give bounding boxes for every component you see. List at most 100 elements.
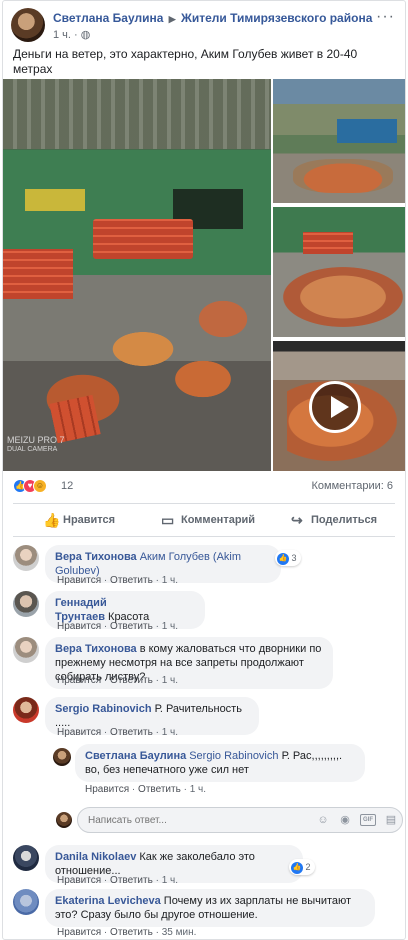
comment-reply-link[interactable]: Ответить — [110, 727, 153, 738]
comment-reply-link[interactable]: Ответить — [138, 784, 181, 795]
comment-reply-link[interactable]: Ответить — [110, 675, 153, 686]
separator-dot: · — [103, 727, 108, 738]
separator-dot: · — [155, 875, 159, 886]
sticker-icon[interactable]: ▤ — [384, 813, 398, 827]
separator-dot: · — [74, 29, 78, 41]
comment-count[interactable]: Комментарии: 6 — [311, 480, 393, 492]
comment-label: Комментарий — [181, 514, 256, 526]
comment-time[interactable]: 1 ч. — [162, 675, 178, 686]
comment-like-link[interactable]: Нравится — [57, 875, 101, 886]
author-name[interactable]: Светлана Баулина — [53, 11, 163, 25]
comment-time[interactable]: 1 ч. — [162, 575, 178, 586]
comment-like-link[interactable]: Нравится — [57, 927, 101, 938]
camera-icon[interactable]: ◉ — [338, 813, 352, 827]
haha-reaction-icon: ☺ — [33, 479, 47, 493]
share-label: Поделиться — [311, 514, 378, 526]
post-header: Светлана Баулина ▶ Жители Тимирязевского… — [11, 8, 397, 42]
group-arrow-icon: ▶ — [168, 14, 176, 24]
comment-like-link[interactable]: Нравится — [85, 784, 129, 795]
like-button[interactable]: 👍 Нравится — [43, 511, 115, 531]
avatar[interactable] — [13, 697, 39, 723]
comment-reaction-count: 2 — [305, 862, 311, 872]
separator-dot: · — [183, 784, 187, 795]
camera-watermark: MEIZU PRO 7 DUAL CAMERA — [7, 435, 65, 455]
comment-reply-link[interactable]: Ответить — [110, 621, 153, 632]
comment-reply-link[interactable]: Ответить — [110, 927, 153, 938]
watermark-model: MEIZU PRO 7 — [7, 435, 65, 445]
commenter-name[interactable]: Danila Nikolaev — [55, 851, 136, 863]
comment-reaction-count: 3 — [291, 553, 297, 563]
separator-dot: · — [103, 927, 108, 938]
globe-icon: ◍ — [80, 29, 91, 41]
comment-time[interactable]: 1 ч. — [162, 875, 178, 886]
comment-like-link[interactable]: Нравится — [57, 727, 101, 738]
comment-reply-link[interactable]: Ответить — [110, 875, 153, 886]
avatar[interactable] — [13, 889, 39, 915]
post-time[interactable]: 1 ч. — [53, 29, 71, 41]
avatar[interactable] — [53, 748, 71, 766]
commenter-name[interactable]: Геннадий Трунтаев — [55, 597, 107, 623]
gif-icon[interactable]: GIF — [360, 814, 376, 826]
comment-bubble: Ekaterina Levicheva Почему из их зарплаты… — [45, 889, 375, 927]
comment-like-link[interactable]: Нравится — [57, 575, 101, 586]
commenter-name[interactable]: Вера Тихонова — [55, 643, 137, 655]
comment-reply-link[interactable]: Ответить — [110, 575, 153, 586]
photo-main[interactable]: MEIZU PRO 7 DUAL CAMERA — [3, 79, 271, 471]
comment-reactions[interactable]: 👍 2 — [289, 859, 315, 875]
separator-dot: · — [103, 621, 108, 632]
share-button[interactable]: ↪ Поделиться — [291, 511, 377, 531]
share-icon: ↪ — [291, 512, 303, 529]
reply-input-box[interactable]: ☺ ◉ GIF ▤ — [77, 807, 403, 833]
comment-icon: ▭ — [161, 512, 175, 529]
comment-actions: Нравится · Ответить · 1 ч. — [57, 675, 178, 686]
like-reaction-icon: 👍 — [277, 552, 289, 565]
post-card: Светлана Баулина ▶ Жители Тимирязевского… — [2, 0, 406, 940]
thumbs-up-icon: 👍 — [43, 512, 61, 529]
watermark-sub: DUAL CAMERA — [7, 446, 58, 453]
play-icon[interactable] — [309, 381, 361, 433]
commenter-name[interactable]: Sergio Rabinovich — [55, 703, 152, 715]
brick-pile — [93, 219, 193, 259]
fence-shape — [3, 79, 271, 149]
comment-button[interactable]: ▭ Комментарий — [161, 511, 255, 531]
comment-time[interactable]: 1 ч. — [190, 784, 206, 795]
photo-grid: MEIZU PRO 7 DUAL CAMERA — [3, 79, 405, 471]
post-meta: 1 ч. · ◍ — [53, 28, 90, 41]
avatar[interactable] — [13, 845, 39, 871]
more-options-icon[interactable]: ··· — [376, 8, 395, 26]
avatar[interactable] — [13, 545, 39, 571]
comment-reactions[interactable]: 👍 3 — [275, 550, 301, 566]
current-user-avatar[interactable] — [56, 812, 72, 828]
comment-like-link[interactable]: Нравится — [57, 621, 101, 632]
comment-time[interactable]: 1 ч. — [162, 621, 178, 632]
reply-input[interactable] — [88, 812, 288, 828]
separator-dot: · — [155, 675, 159, 686]
photo-middle-right[interactable] — [273, 207, 405, 337]
separator-dot: · — [103, 675, 108, 686]
photo-top-right[interactable] — [273, 79, 405, 203]
comment-actions: Нравится · Ответить · 1 ч. — [57, 621, 178, 632]
group-name[interactable]: Жители Тимирязевского района — [181, 11, 372, 25]
post-text: Деньги на ветер, это характерно, Аким Го… — [13, 47, 358, 76]
video-thumbnail[interactable] — [273, 341, 405, 471]
avatar[interactable] — [13, 591, 39, 617]
reaction-count: 12 — [61, 480, 74, 492]
emoji-icon[interactable]: ☺ — [316, 813, 330, 827]
commenter-name[interactable]: Ekaterina Levicheva — [55, 895, 161, 907]
avatar[interactable] — [13, 637, 39, 663]
comment-tag[interactable]: Sergio Rabinovich — [189, 750, 278, 762]
commenter-name[interactable]: Светлана Баулина — [85, 750, 186, 762]
like-reaction-icon: 👍 — [291, 861, 303, 874]
commenter-name[interactable]: Вера Тихонова — [55, 551, 137, 563]
yellow-patch — [25, 189, 85, 211]
bags-pile — [293, 159, 393, 193]
separator-dot: · — [131, 784, 136, 795]
separator-dot: · — [155, 927, 159, 938]
comment-bubble: Светлана Баулина Sergio Rabinovich Р. Рас… — [75, 744, 365, 782]
author-avatar[interactable] — [11, 8, 45, 42]
comment-time[interactable]: 35 мин. — [162, 927, 197, 938]
comment-time[interactable]: 1 ч. — [162, 727, 178, 738]
comment-like-link[interactable]: Нравится — [57, 675, 101, 686]
like-label: Нравится — [63, 514, 116, 526]
comment-actions: Нравится · Ответить · 1 ч. — [57, 727, 178, 738]
